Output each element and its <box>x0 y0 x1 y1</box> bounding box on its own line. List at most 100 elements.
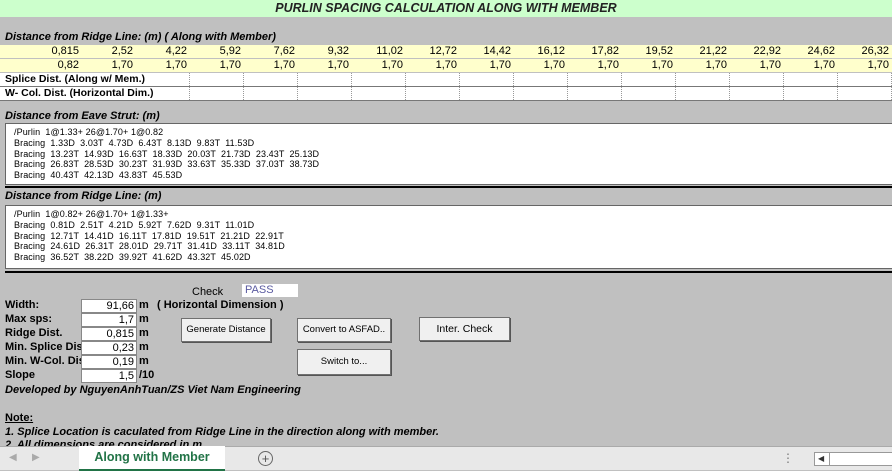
sheet-title: PURLIN SPACING CALCULATION ALONG WITH ME… <box>0 0 892 17</box>
cell-border <box>297 87 298 100</box>
spacing-cell[interactable]: 0,82 <box>25 59 79 72</box>
max-spacing-label: Max sps: <box>5 313 53 325</box>
max-spacing-input[interactable]: 1,7 <box>81 313 137 327</box>
cell-border <box>243 73 244 86</box>
cell-border <box>837 87 838 100</box>
horizontal-dimension-note: ( Horizontal Dimension ) <box>157 299 284 311</box>
spacing-cell[interactable]: 1,70 <box>835 59 889 72</box>
wcol-label: W- Col. Dist. (Horizontal Dim.) <box>5 87 154 99</box>
ridge-distance-cell[interactable]: 0,815 <box>25 45 79 58</box>
scroll-right-icon[interactable]: ▶ <box>32 452 40 463</box>
spacing-cell[interactable]: 1,70 <box>619 59 673 72</box>
section-divider <box>5 186 892 188</box>
eave-output-box[interactable]: /Purlin 1@1.33+ 26@1.70+ 1@0.82 Bracing 1… <box>5 123 892 185</box>
ridge-distance-label: Ridge Dist. <box>5 327 63 339</box>
ridge-distance-cell[interactable]: 11,02 <box>349 45 403 58</box>
inter-check-button[interactable]: Inter. Check <box>419 317 510 341</box>
slope-input[interactable]: 1,5 <box>81 369 137 383</box>
output-line: Bracing 12.71T 14.41D 16.11T 17.81D 19.5… <box>14 230 284 241</box>
convert-to-asfad-button[interactable]: Convert to ASFAD.. <box>297 318 391 342</box>
scroll-left-arrow-icon[interactable]: ◀ <box>818 453 824 465</box>
spacing-cell[interactable]: 1,70 <box>781 59 835 72</box>
section-divider <box>5 271 892 273</box>
ridge-distance-cell[interactable]: 26,32 <box>835 45 889 58</box>
spacing-cell[interactable]: 1,70 <box>403 59 457 72</box>
output-line: /Purlin 1@0.82+ 26@1.70+ 1@1.33+ <box>14 209 169 219</box>
min-splice-distance-input[interactable]: 0,23 <box>81 341 137 355</box>
output-line: Bracing 36.52T 38.22D 39.92T 41.62D 43.3… <box>14 252 251 263</box>
spacing-cell[interactable]: 1,70 <box>133 59 187 72</box>
cell-border <box>351 87 352 100</box>
spacing-row: 0,82 1,70 1,70 1,70 1,70 1,70 1,70 1,70 1,70 1,70… <box>0 59 892 72</box>
ridge-distance-cell[interactable]: 2,52 <box>79 45 133 58</box>
spacing-cell[interactable]: 1,70 <box>295 59 349 72</box>
cell-border <box>621 87 622 100</box>
switch-to-button[interactable]: Switch to... <box>297 349 391 375</box>
ridge-distance-cell[interactable]: 12,72 <box>403 45 457 58</box>
output-line: Bracing 13.23T 14.93D 16.63T 18.33D 20.0… <box>14 148 320 159</box>
ridge-distance-cell[interactable]: 19,52 <box>619 45 673 58</box>
output-line: /Purlin 1@1.33+ 26@1.70+ 1@0.82 <box>14 127 164 137</box>
cell-border <box>243 87 244 100</box>
slope-unit: /10 <box>139 369 155 381</box>
cell-border <box>459 87 460 100</box>
scroll-left-icon[interactable]: ◀ <box>9 452 17 463</box>
output-line: Bracing 26.83T 28.53D 30.23T 31.93D 33.6… <box>14 159 320 170</box>
spacing-cell[interactable]: 1,70 <box>565 59 619 72</box>
cell-border <box>621 73 622 86</box>
cell-border <box>783 73 784 86</box>
cell-border <box>675 87 676 100</box>
ridge-distance-cell[interactable]: 7,62 <box>241 45 295 58</box>
ridge-distance-cell[interactable]: 17,82 <box>565 45 619 58</box>
sheet-tab-along-with-member[interactable]: Along with Member <box>79 446 225 471</box>
splice-distance-row: Splice Dist. (Along w/ Mem.) <box>0 73 892 87</box>
min-wcol-distance-input[interactable]: 0,19 <box>81 355 137 369</box>
spacing-cell[interactable]: 1,70 <box>511 59 565 72</box>
ridge-distance-input[interactable]: 0,815 <box>81 327 137 341</box>
cell-border <box>783 87 784 100</box>
plus-circle-icon[interactable]: + <box>258 451 273 466</box>
ridge-distance-cell[interactable]: 4,22 <box>133 45 187 58</box>
horizontal-scrollbar[interactable]: ◀ <box>814 452 892 466</box>
ridge-section-label: Distance from Ridge Line: (m) ( Along wi… <box>5 31 276 43</box>
eave-output-text: /Purlin 1@1.33+ 26@1.70+ 1@0.82 Bracing 1… <box>6 124 892 181</box>
max-spacing-unit: m <box>139 313 149 325</box>
check-label: Check <box>192 286 224 298</box>
ridge-distance-cell[interactable]: 21,22 <box>673 45 727 58</box>
cell-border <box>729 73 730 86</box>
width-input[interactable]: 91,66 <box>81 299 137 313</box>
ridge-output-text: /Purlin 1@0.82+ 26@1.70+ 1@1.33+ Bracing … <box>6 206 892 263</box>
min-wcol-distance-unit: m <box>139 355 149 367</box>
generate-distance-button[interactable]: Generate Distance <box>181 318 271 342</box>
splice-label: Splice Dist. (Along w/ Mem.) <box>5 73 146 85</box>
cell-border <box>351 73 352 86</box>
ridge-distance-cell[interactable]: 14,42 <box>457 45 511 58</box>
sheet-tab-bar: ◀ ▶ Along with Member + ⋮ ◀ <box>0 446 892 471</box>
ridge-distance-cell[interactable]: 22,92 <box>727 45 781 58</box>
ridge-distance-cell[interactable]: 9,32 <box>295 45 349 58</box>
cell-border <box>297 73 298 86</box>
spacing-cell[interactable]: 1,70 <box>349 59 403 72</box>
check-status: PASS <box>242 284 298 297</box>
cell-border <box>405 87 406 100</box>
ridge-distance-unit: m <box>139 327 149 339</box>
spacing-cell[interactable]: 1,70 <box>79 59 133 72</box>
spacing-cell[interactable]: 1,70 <box>187 59 241 72</box>
ridge-distance-cell[interactable]: 24,62 <box>781 45 835 58</box>
note-line-1: 1. Splice Location is caculated from Rid… <box>5 426 439 438</box>
spacing-cell[interactable]: 1,70 <box>673 59 727 72</box>
spacing-cell[interactable]: 1,70 <box>241 59 295 72</box>
ridge-distance-cell[interactable]: 16,12 <box>511 45 565 58</box>
width-label: Width: <box>5 299 40 311</box>
ridge-output-box[interactable]: /Purlin 1@0.82+ 26@1.70+ 1@1.33+ Bracing … <box>5 205 892 269</box>
spacing-cell[interactable]: 1,70 <box>727 59 781 72</box>
slope-label: Slope <box>5 369 35 381</box>
cell-border <box>567 87 568 100</box>
tab-options-icon[interactable]: ⋮ <box>782 451 794 465</box>
ridge-distance-cell[interactable]: 5,92 <box>187 45 241 58</box>
cell-border <box>513 87 514 100</box>
spacing-cell[interactable]: 1,70 <box>457 59 511 72</box>
cell-border <box>405 73 406 86</box>
cell-border <box>675 73 676 86</box>
cell-border <box>729 87 730 100</box>
